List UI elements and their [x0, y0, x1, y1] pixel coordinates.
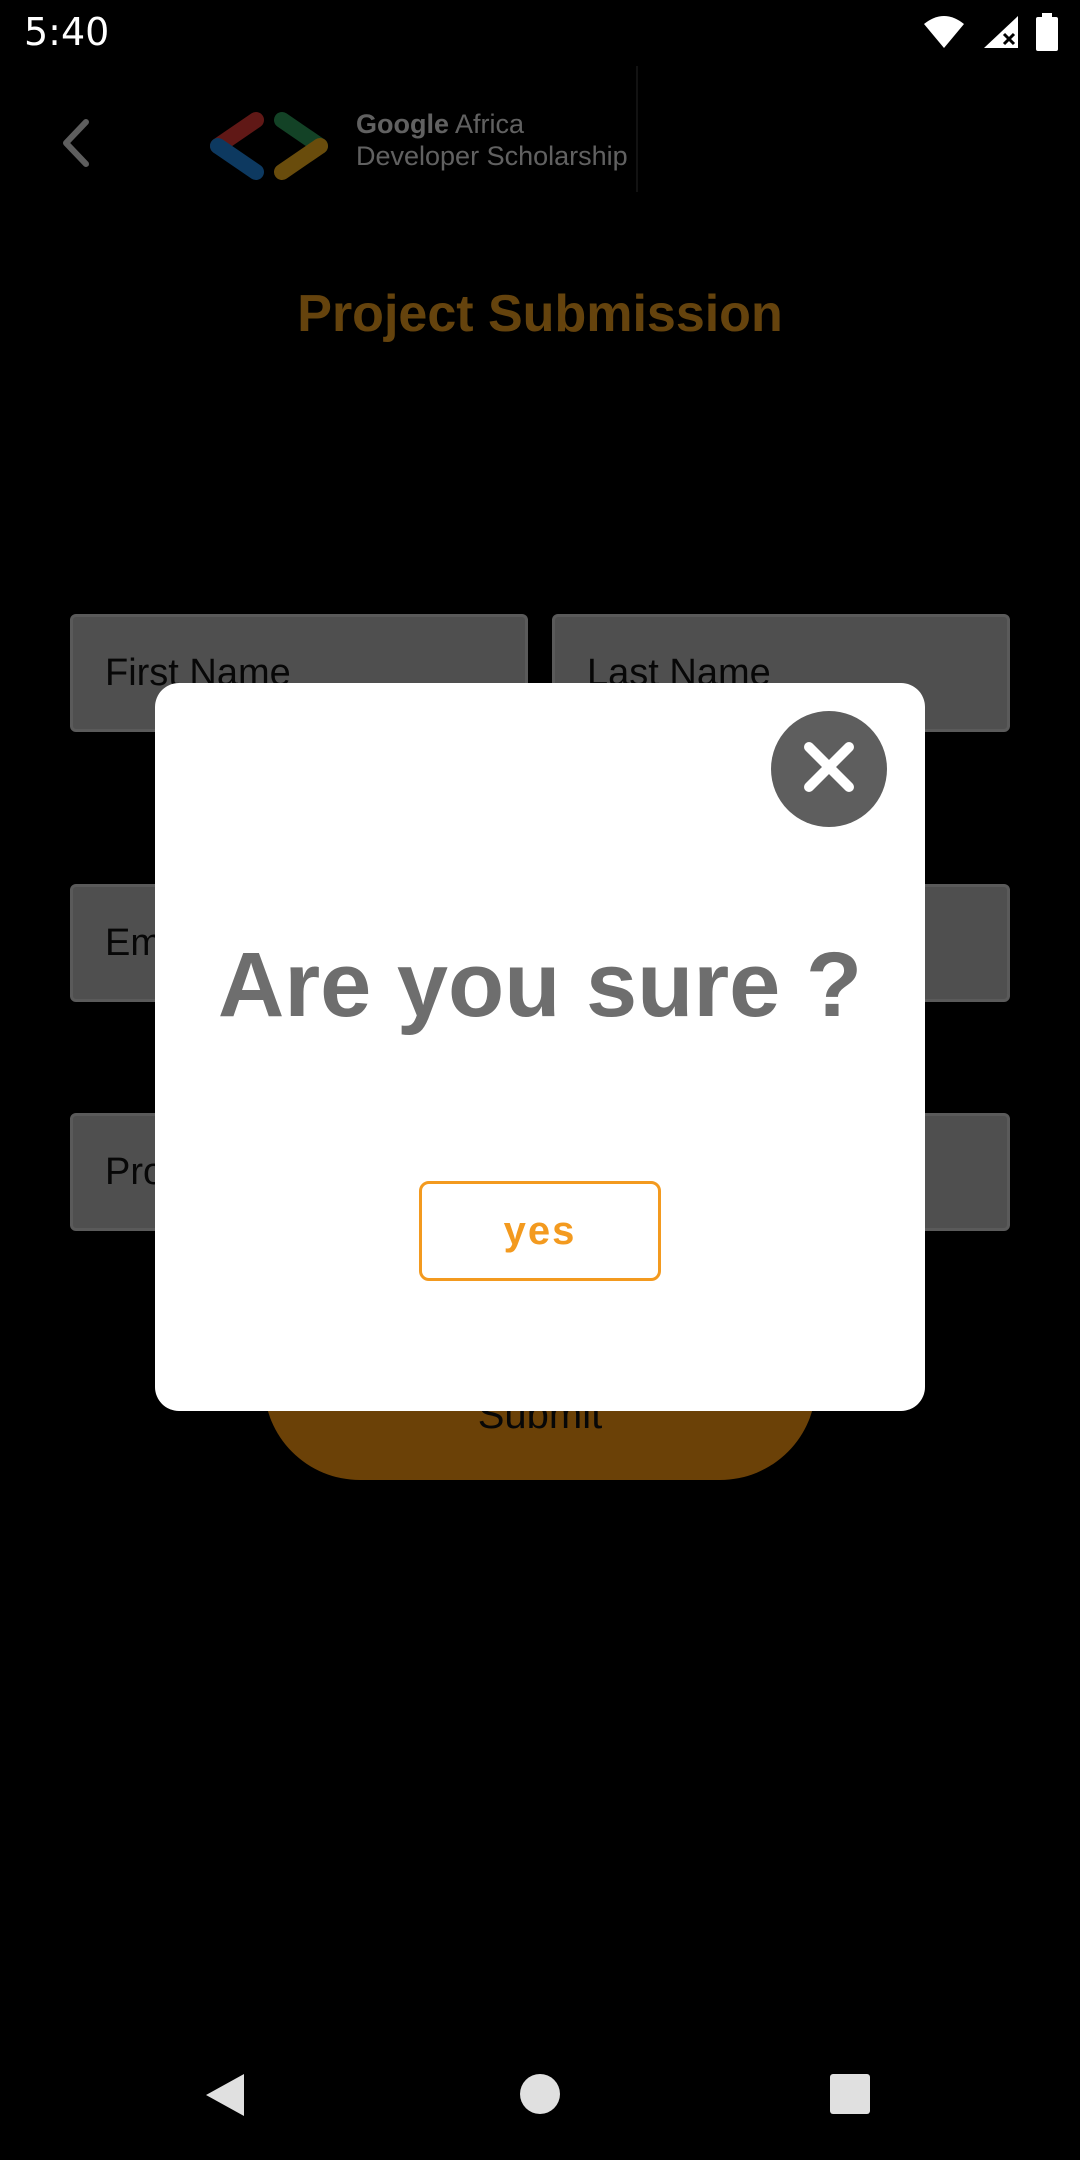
navigation-bar [0, 2030, 1080, 2160]
nav-back-icon[interactable] [204, 2072, 246, 2123]
back-arrow-icon[interactable] [56, 116, 100, 170]
nav-recents-icon[interactable] [830, 2074, 870, 2114]
brand-line-2: Developer Scholarship [356, 141, 628, 171]
dialog-title: Are you sure ? [217, 934, 863, 1036]
confirm-dialog: Are you sure ? yes [155, 683, 925, 1411]
gads-logo [204, 108, 334, 184]
screen: 5:40 Google Africa Developer Scholarship… [0, 0, 1080, 2160]
page-title: Project Submission [297, 285, 783, 343]
brand-africa: Africa [449, 109, 525, 139]
nav-home-icon[interactable] [520, 2074, 560, 2114]
brand-text: Google Africa Developer Scholarship [356, 108, 628, 172]
email-placeholder: Em [105, 921, 162, 964]
yes-button[interactable]: yes [419, 1181, 661, 1281]
brand-line-1: Google Africa [356, 108, 628, 140]
close-icon [799, 737, 859, 802]
brand-google: Google [356, 109, 449, 139]
close-button[interactable] [771, 711, 887, 827]
header-divider [636, 66, 638, 192]
